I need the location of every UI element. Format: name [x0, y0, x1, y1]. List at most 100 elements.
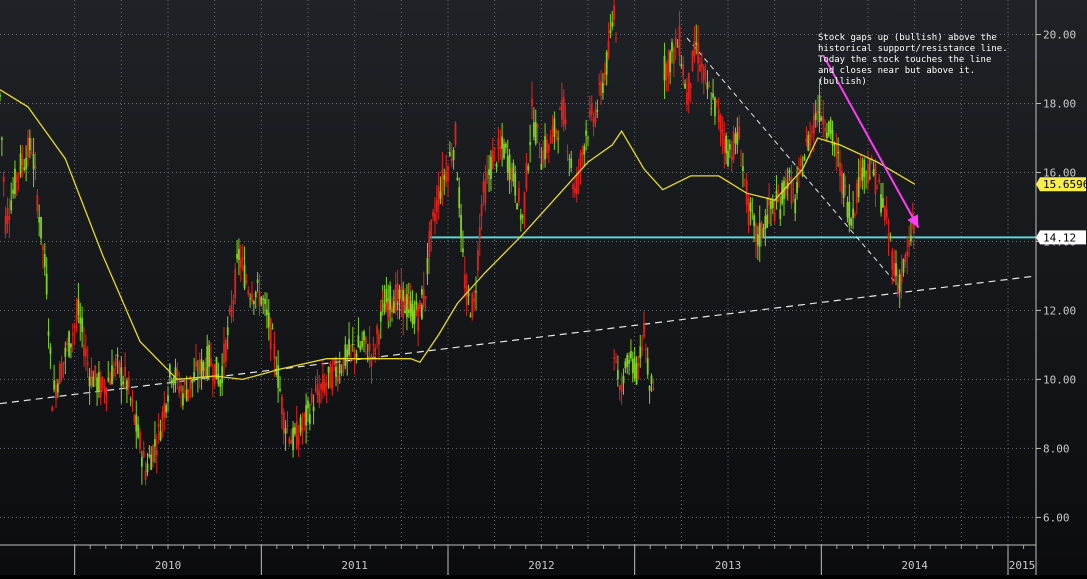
candle-body-124 — [230, 305, 233, 317]
candle-body-454 — [893, 262, 896, 276]
candle-body-435 — [857, 177, 860, 198]
candle-body-336 — [672, 47, 675, 64]
candle-body-92 — [170, 380, 173, 383]
candle-body-383 — [760, 222, 763, 239]
candle-body-400 — [792, 188, 795, 190]
candle-body-173 — [322, 374, 324, 391]
candle-body-332 — [665, 64, 668, 81]
candle-body-148 — [275, 371, 278, 375]
candle-body-276 — [514, 173, 517, 196]
candle-body-293 — [546, 139, 548, 153]
moving-average-line — [0, 89, 916, 381]
candle-body-231 — [430, 219, 433, 236]
candle-body-415 — [820, 117, 823, 121]
candle-body-195 — [363, 331, 365, 341]
candle-body-286 — [532, 122, 535, 137]
candle-body-128 — [238, 248, 240, 261]
candle-body-410 — [811, 130, 813, 133]
candle-body-426 — [840, 171, 843, 195]
candle-body-498 — [630, 351, 632, 359]
candle-body-227 — [422, 289, 425, 307]
candle-body-273 — [508, 154, 511, 180]
candle-body-72 — [133, 415, 136, 423]
candle-body-233 — [434, 213, 436, 222]
candle-body-27 — [49, 347, 52, 354]
candle-body-488 — [420, 289, 423, 295]
candle-body-48 — [88, 376, 91, 387]
candle-body-16 — [28, 137, 31, 151]
candle-body-254 — [473, 298, 476, 302]
y-tick-label-2: 10.00 — [1043, 373, 1076, 386]
candle-body-323 — [602, 82, 604, 93]
candle-body-475 — [396, 302, 399, 305]
candle-body-319 — [594, 108, 597, 123]
candle-body-125 — [232, 300, 235, 305]
candle-body-201 — [374, 347, 377, 356]
candle-body-392 — [777, 200, 780, 202]
candle-body-434 — [855, 183, 858, 203]
candle-body-101 — [187, 389, 190, 393]
candle-body-19 — [34, 166, 37, 169]
candle-body-146 — [271, 328, 274, 330]
candle-body-24 — [43, 254, 46, 267]
candle-body-499 — [631, 358, 634, 374]
candle-body-259 — [482, 181, 485, 193]
candle-body-35 — [64, 347, 67, 357]
candle-body-132 — [245, 281, 248, 283]
candle-body-193 — [359, 345, 362, 350]
candle-body-307 — [572, 184, 574, 189]
candle-body-352 — [702, 66, 705, 81]
candle-body-154 — [286, 425, 289, 427]
candle-body-381 — [756, 234, 759, 246]
candle-body-126 — [234, 268, 237, 299]
candle-body-344 — [687, 72, 690, 100]
candle-body-447 — [880, 194, 882, 213]
candle-body-120 — [223, 343, 225, 364]
candle-body-253 — [471, 293, 474, 317]
candle-body-418 — [826, 132, 828, 138]
candle-body-364 — [725, 135, 728, 154]
candle-body-172 — [320, 383, 322, 390]
candle-body-20 — [36, 194, 39, 212]
candle-body-308 — [574, 188, 576, 194]
candle-body-494 — [622, 375, 625, 384]
candle-body-235 — [437, 186, 440, 206]
candle-body-326 — [607, 40, 610, 57]
candle-body-495 — [624, 361, 627, 369]
candle-body-288 — [536, 124, 539, 128]
candle-body-388 — [770, 200, 772, 210]
candle-body-46 — [84, 348, 87, 357]
candle-body-455 — [895, 263, 897, 276]
candle-body-346 — [691, 50, 694, 71]
candle-body-168 — [312, 406, 315, 412]
candle-body-2 — [2, 176, 5, 183]
candle-body-340 — [680, 64, 683, 67]
candle-body-507 — [646, 358, 649, 375]
candle-body-107 — [198, 359, 201, 374]
candle-body-367 — [730, 156, 733, 161]
candle-body-81 — [150, 454, 153, 470]
candle-body-504 — [641, 348, 644, 350]
candle-body-49 — [90, 370, 93, 386]
candle-body-144 — [267, 312, 270, 328]
candle-body-325 — [605, 52, 608, 75]
candle-body-182 — [338, 364, 341, 374]
candle-body-45 — [83, 345, 85, 357]
candle-body-299 — [557, 138, 560, 140]
candle-body-503 — [639, 346, 642, 358]
candle-body-4 — [6, 208, 9, 224]
candle-body-357 — [712, 93, 714, 98]
candle-body-111 — [206, 346, 209, 377]
candle-body-459 — [902, 259, 905, 273]
candle-body-258 — [480, 203, 483, 216]
candle-body-171 — [318, 390, 321, 403]
candle-body-78 — [144, 470, 147, 480]
candle-body-115 — [213, 364, 216, 385]
candle-body-393 — [779, 209, 782, 220]
candle-body-104 — [193, 372, 196, 381]
candle-body-185 — [344, 344, 347, 366]
candle-body-294 — [547, 144, 550, 151]
candle-body-213 — [396, 283, 399, 303]
candle-body-183 — [340, 371, 343, 373]
candle-body-39 — [71, 333, 74, 336]
